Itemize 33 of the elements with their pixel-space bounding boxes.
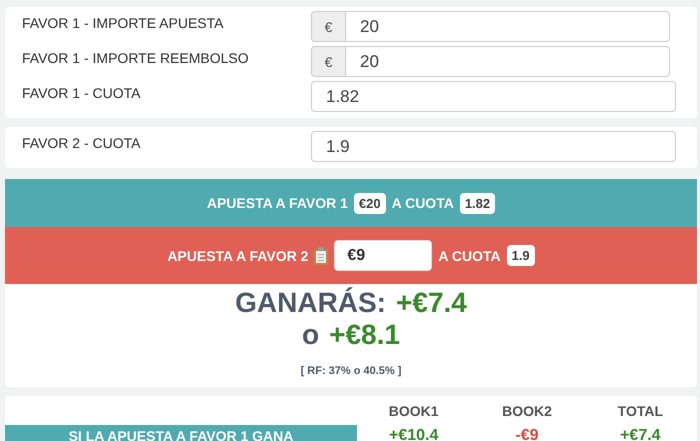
field-label: FAVOR 2 - CUOTA xyxy=(22,134,142,151)
amount-chip: €20 xyxy=(354,192,386,214)
field-label: FAVOR 1 - IMPORTE APUESTA xyxy=(22,14,224,31)
currency-addon: € xyxy=(311,46,345,77)
odds-label: A CUOTA xyxy=(438,248,501,264)
odds-chip: 1.9 xyxy=(506,245,535,266)
table-cell-text: +€7.4 xyxy=(619,427,662,441)
row-label: SI LA APUESTA A FAVOR 1 GANA xyxy=(5,425,357,441)
profit-value: +€7.4 xyxy=(396,287,467,319)
input-field[interactable]: € 20 xyxy=(311,46,670,77)
field-value: 20 xyxy=(345,11,670,42)
rf-text: [ RF: 37% o 40.5% ] xyxy=(300,365,402,377)
result-heading: GANARÁS: xyxy=(235,287,386,319)
column-header: BOOK2 xyxy=(501,403,553,419)
table-cell-text: +€10.4 xyxy=(388,427,440,441)
column-header: BOOK1 xyxy=(388,403,440,419)
table-cell-text: -€9 xyxy=(514,427,540,441)
field-value: 20 xyxy=(345,46,670,77)
input-field[interactable]: € 20 xyxy=(311,11,670,42)
field-label: FAVOR 1 - CUOTA xyxy=(22,84,142,101)
profit-value: +€8.1 xyxy=(329,319,400,351)
amount-field[interactable]: €9 xyxy=(334,240,432,271)
bet-label: APUESTA A FAVOR 1 xyxy=(206,195,348,211)
odds-label: A CUOTA xyxy=(392,195,454,211)
input-field[interactable]: 1.9 xyxy=(311,131,676,162)
clipboard-icon[interactable] xyxy=(314,246,328,264)
input-field[interactable]: 1.82 xyxy=(311,81,676,112)
column-header: TOTAL xyxy=(616,403,664,419)
odds-chip: 1.82 xyxy=(460,192,496,214)
currency-addon: € xyxy=(311,11,345,42)
bet-label: APUESTA A FAVOR 2 xyxy=(167,248,308,264)
separator-text: o xyxy=(302,319,320,351)
field-label: FAVOR 1 - IMPORTE REEMBOLSO xyxy=(22,49,250,66)
